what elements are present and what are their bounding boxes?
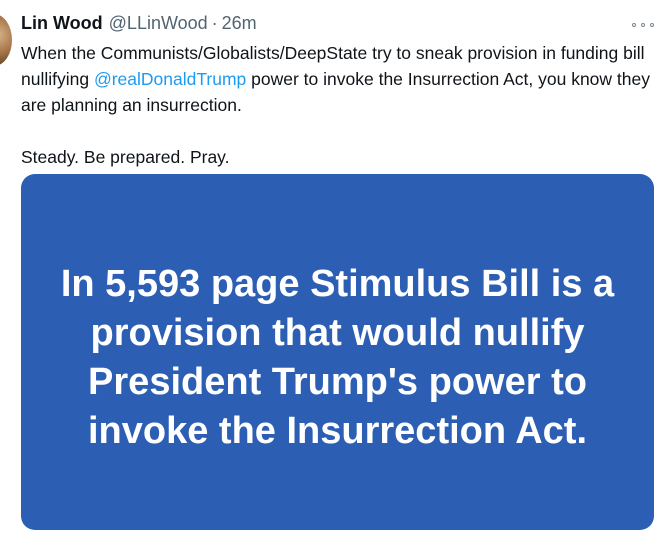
tweet-view: Lin Wood @LLinWood · 26m When the Commun… [0,0,665,540]
header-separator: · [211,13,218,33]
author-handle[interactable]: @LLinWood [109,13,208,34]
avatar[interactable] [0,14,12,66]
tweet-header: Lin Wood @LLinWood · 26m [21,13,257,39]
image-text: In 5,593 page Stimulus Bill is a provisi… [60,263,615,452]
tweet-paragraph-1: When the Communists/Globalists/DeepState… [21,40,651,118]
more-dot [650,23,654,27]
tweet-timestamp[interactable]: 26m [222,13,257,34]
tweet-text: When the Communists/Globalists/DeepState… [21,40,651,170]
mention-link[interactable]: @realDonaldTrump [94,69,246,89]
author-name[interactable]: Lin Wood [21,13,103,34]
more-options-button[interactable] [632,18,654,32]
tweet-media-image[interactable]: In 5,593 page Stimulus Bill is a provisi… [21,174,654,530]
more-dot [632,23,636,27]
more-dot [641,23,645,27]
tweet-paragraph-2: Steady. Be prepared. Pray. [21,147,230,167]
